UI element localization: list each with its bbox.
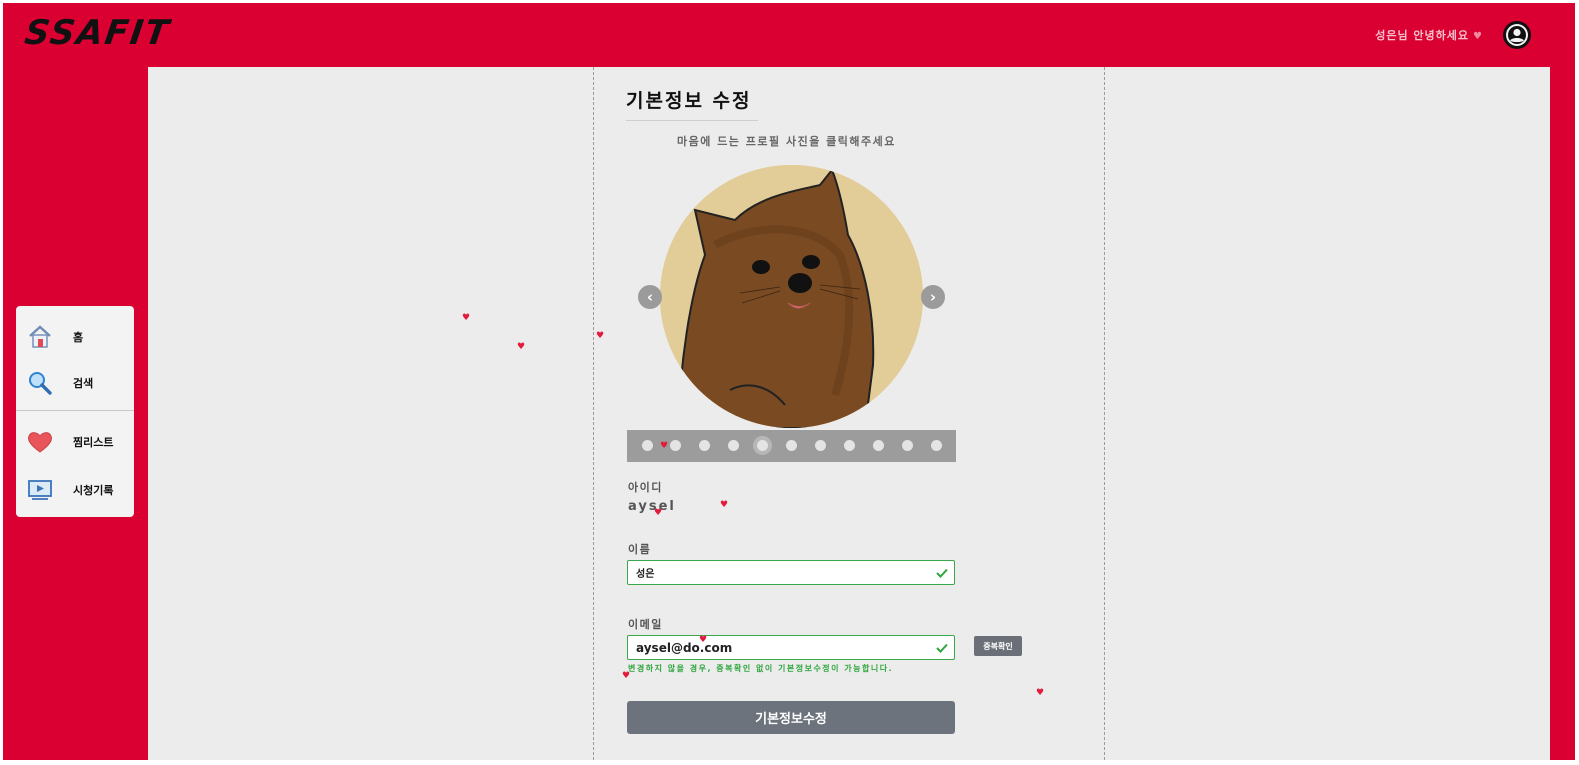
sidebar-item-history[interactable]: 시청기록 [16,470,134,510]
sidebar-item-home[interactable]: 홈 [16,317,134,357]
heart-icon [26,428,54,456]
falling-heart-icon: ♥ [654,508,663,518]
falling-heart-icon: ♥ [660,441,669,451]
sidebar-nav: 홈 검색 찜리스트 시청기록 [16,306,134,517]
name-label: 이름 [628,543,652,556]
top-header: SSAFIT 성은님 안녕하세요 ♥ [3,3,1575,67]
logo[interactable]: SSAFIT [22,13,173,53]
carousel-prev-button[interactable]: ‹ [638,285,662,309]
column-divider-left [593,67,594,760]
falling-heart-icon: ♥ [622,671,631,681]
carousel-dot[interactable] [728,440,740,451]
carousel-dot[interactable] [901,440,913,451]
email-input[interactable] [627,635,955,660]
greeting-heart-icon: ♥ [1473,31,1483,42]
carousel-dot[interactable] [843,440,855,451]
carousel-dot-active[interactable] [753,436,773,455]
search-icon [26,369,54,397]
sidebar-divider [16,410,134,411]
sidebar-item-wishlist[interactable]: 찜리스트 [16,422,134,462]
carousel-dot[interactable] [872,440,884,451]
greeting-label: 성은님 안녕하세요 [1375,29,1470,42]
id-value: aysel [628,499,676,514]
name-input[interactable] [627,560,955,585]
home-icon [26,323,54,351]
greeting-text: 성은님 안녕하세요 ♥ [1375,27,1483,43]
falling-heart-icon: ♥ [720,500,729,510]
title-underline [626,120,758,121]
app-frame: SSAFIT 성은님 안녕하세요 ♥ 홈 검색 찜리스트 시청기록 기본정보 수… [3,3,1575,760]
duplicate-check-button[interactable]: 중복확인 [974,636,1022,656]
carousel-next-button[interactable]: › [921,285,945,309]
email-hint-text: 변경하지 않을 경우, 중복확인 없이 기본정보수정이 가능합니다. [628,664,894,673]
sidebar-item-label: 홈 [73,331,84,344]
profile-image[interactable] [660,165,923,428]
falling-heart-icon: ♥ [517,342,526,352]
column-divider-right [1104,67,1105,760]
id-label: 아이디 [628,481,663,494]
sidebar-item-label: 시청기록 [73,484,114,497]
falling-heart-icon: ♥ [699,635,708,645]
submit-button[interactable]: 기본정보수정 [627,701,955,734]
carousel-dot[interactable] [670,440,682,451]
email-valid-check-icon [936,643,948,653]
falling-heart-icon: ♥ [1036,688,1045,698]
falling-heart-icon: ♥ [462,313,471,323]
email-label: 이메일 [628,618,663,631]
carousel-dot[interactable] [814,440,826,451]
carousel-dot[interactable] [641,440,653,451]
sidebar-item-label: 찜리스트 [73,436,114,449]
sidebar-item-search[interactable]: 검색 [16,363,134,403]
page-title: 기본정보 수정 [626,90,752,112]
carousel-indicator-bar [627,430,956,462]
carousel-dot[interactable] [699,440,711,451]
sidebar-item-label: 검색 [73,377,94,390]
play-screen-icon [26,476,54,504]
carousel-dot[interactable] [786,440,797,451]
profile-hint-text: 마음에 드는 프로필 사진을 클릭해주세요 [677,135,896,148]
carousel-dot[interactable] [930,440,942,451]
user-avatar-icon[interactable] [1503,21,1531,49]
falling-heart-icon: ♥ [596,331,605,341]
name-valid-check-icon [936,568,948,578]
